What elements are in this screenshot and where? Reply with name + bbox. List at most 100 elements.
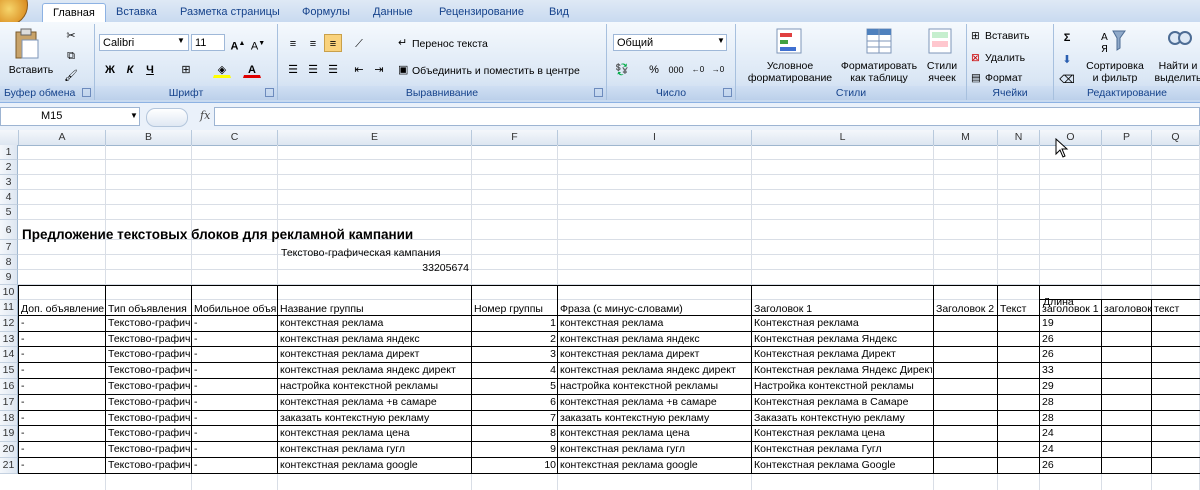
format-cells-button[interactable]: Формат: [985, 72, 1022, 84]
delete-cells-button[interactable]: Удалить: [985, 52, 1025, 64]
fill-color-icon[interactable]: ◈: [213, 60, 231, 78]
column-header-c[interactable]: C: [192, 130, 278, 145]
cut-icon[interactable]: ✂: [62, 26, 80, 44]
row-header[interactable]: 13: [0, 331, 18, 348]
decrease-decimal-icon[interactable]: →0: [709, 60, 727, 78]
insert-cells-icon[interactable]: ⊞: [971, 30, 980, 42]
format-painter-icon[interactable]: 🖌: [62, 66, 80, 84]
increase-decimal-icon[interactable]: ←0: [689, 60, 707, 78]
row-header[interactable]: 15: [0, 363, 18, 379]
row-header[interactable]: 4: [0, 190, 18, 205]
fx-icon[interactable]: fx: [200, 109, 210, 122]
row-header[interactable]: 16: [0, 379, 18, 395]
row-header[interactable]: 17: [0, 394, 18, 411]
row-header[interactable]: 7: [0, 240, 18, 255]
align-left-icon[interactable]: ☰: [284, 60, 302, 78]
format-cells-icon[interactable]: ▤: [971, 72, 981, 84]
formula-input[interactable]: [214, 107, 1200, 126]
conditional-formatting-button[interactable]: Условное форматирование: [740, 60, 840, 84]
tab-home[interactable]: Главная: [42, 3, 106, 24]
column-header-m[interactable]: M: [934, 130, 998, 145]
align-bottom-icon[interactable]: ≡: [324, 34, 342, 52]
align-center-icon[interactable]: ☰: [304, 60, 322, 78]
currency-icon[interactable]: 💱: [613, 60, 631, 78]
row-header[interactable]: 5: [0, 205, 18, 220]
sort-filter-icon[interactable]: AЯ: [1100, 28, 1126, 57]
clipboard-launcher-icon[interactable]: [82, 88, 91, 97]
merge-icon[interactable]: ▣: [398, 63, 408, 76]
name-box-dropdown-icon[interactable]: ▼: [130, 111, 138, 120]
column-header-f[interactable]: F: [472, 130, 558, 145]
copy-icon[interactable]: ⧉: [62, 46, 80, 64]
row-header[interactable]: 8: [0, 255, 18, 270]
tab-formulas[interactable]: Формулы: [292, 3, 360, 22]
row-header[interactable]: 21: [0, 458, 18, 474]
autosum-icon[interactable]: Σ: [1058, 28, 1076, 46]
tab-review[interactable]: Рецензирование: [429, 3, 534, 22]
thousands-button[interactable]: 000: [665, 60, 687, 78]
tab-insert[interactable]: Вставка: [106, 3, 167, 22]
tab-view[interactable]: Вид: [539, 3, 579, 22]
row-header[interactable]: 19: [0, 426, 18, 443]
merge-center-button[interactable]: Объединить и поместить в центре: [412, 65, 580, 77]
format-as-table-button[interactable]: Форматировать как таблицу: [838, 60, 920, 84]
cell-styles-icon[interactable]: [928, 28, 952, 57]
column-header-b[interactable]: B: [106, 130, 192, 145]
tab-data[interactable]: Данные: [363, 3, 423, 22]
sort-filter-button[interactable]: Сортировка и фильтр: [1084, 60, 1146, 84]
find-select-icon[interactable]: [1166, 28, 1192, 57]
wrap-text-button[interactable]: Перенос текста: [412, 38, 488, 50]
increase-indent-icon[interactable]: ⇥: [370, 60, 388, 78]
column-header-i[interactable]: I: [558, 130, 752, 145]
number-format-dropdown-icon[interactable]: ▼: [717, 36, 725, 45]
paste-icon[interactable]: [12, 28, 42, 60]
wrap-text-icon[interactable]: ↵: [398, 36, 407, 49]
borders-icon[interactable]: ⊞: [177, 60, 195, 78]
row-header[interactable]: 6: [0, 220, 18, 240]
paste-button[interactable]: Вставить: [6, 64, 56, 76]
format-as-table-icon[interactable]: [866, 28, 892, 57]
font-size-box[interactable]: 11: [191, 34, 225, 51]
tab-page-layout[interactable]: Разметка страницы: [170, 3, 290, 22]
grow-font-icon[interactable]: A▲: [229, 34, 247, 53]
column-header-e[interactable]: E: [278, 130, 472, 145]
align-middle-icon[interactable]: ≡: [304, 34, 322, 52]
cell-styles-button[interactable]: Стили ячеек: [922, 60, 962, 84]
column-header-p[interactable]: P: [1102, 130, 1152, 145]
row-header[interactable]: 2: [0, 160, 18, 175]
bold-button[interactable]: Ж: [101, 60, 119, 78]
alignment-launcher-icon[interactable]: [594, 88, 603, 97]
font-launcher-icon[interactable]: [265, 88, 274, 97]
column-header-o[interactable]: O: [1040, 130, 1102, 145]
column-header-a[interactable]: A: [19, 130, 106, 145]
shrink-font-icon[interactable]: A▼: [249, 34, 267, 53]
font-name-box[interactable]: Calibri: [99, 34, 189, 51]
align-top-icon[interactable]: ≡: [284, 34, 302, 52]
row-header[interactable]: 11: [0, 300, 18, 316]
underline-button[interactable]: Ч: [141, 60, 159, 78]
worksheet-grid[interactable]: 1 2 3 4 5 6 7 8 9 10 11 12 13 14 15 16 17 18 19 20 21 Доп. об…: [0, 145, 1200, 490]
font-name-dropdown-icon[interactable]: ▼: [177, 36, 185, 45]
number-launcher-icon[interactable]: [723, 88, 732, 97]
column-header-n[interactable]: N: [998, 130, 1040, 145]
decrease-indent-icon[interactable]: ⇤: [350, 60, 368, 78]
name-box[interactable]: M15: [0, 107, 140, 126]
row-header[interactable]: 12: [0, 315, 18, 332]
percent-button[interactable]: %: [645, 60, 663, 78]
select-all-corner[interactable]: [0, 130, 19, 145]
conditional-formatting-icon[interactable]: [776, 28, 802, 57]
delete-cells-icon[interactable]: ⊠: [971, 52, 980, 64]
number-format-box[interactable]: Общий: [613, 34, 727, 51]
row-header[interactable]: 3: [0, 175, 18, 190]
row-header[interactable]: 1: [0, 145, 18, 160]
font-color-icon[interactable]: A: [243, 60, 261, 78]
column-header-q[interactable]: Q: [1152, 130, 1200, 145]
find-select-button[interactable]: Найти и выделить: [1150, 60, 1200, 84]
orientation-icon[interactable]: ⟋: [350, 34, 368, 52]
row-header[interactable]: 9: [0, 270, 18, 285]
align-right-icon[interactable]: ☰: [324, 60, 342, 78]
insert-cells-button[interactable]: Вставить: [985, 30, 1030, 42]
fill-icon[interactable]: ⬇: [1058, 50, 1076, 68]
formula-divider-handle[interactable]: [146, 108, 188, 127]
column-header-l[interactable]: L: [752, 130, 934, 145]
